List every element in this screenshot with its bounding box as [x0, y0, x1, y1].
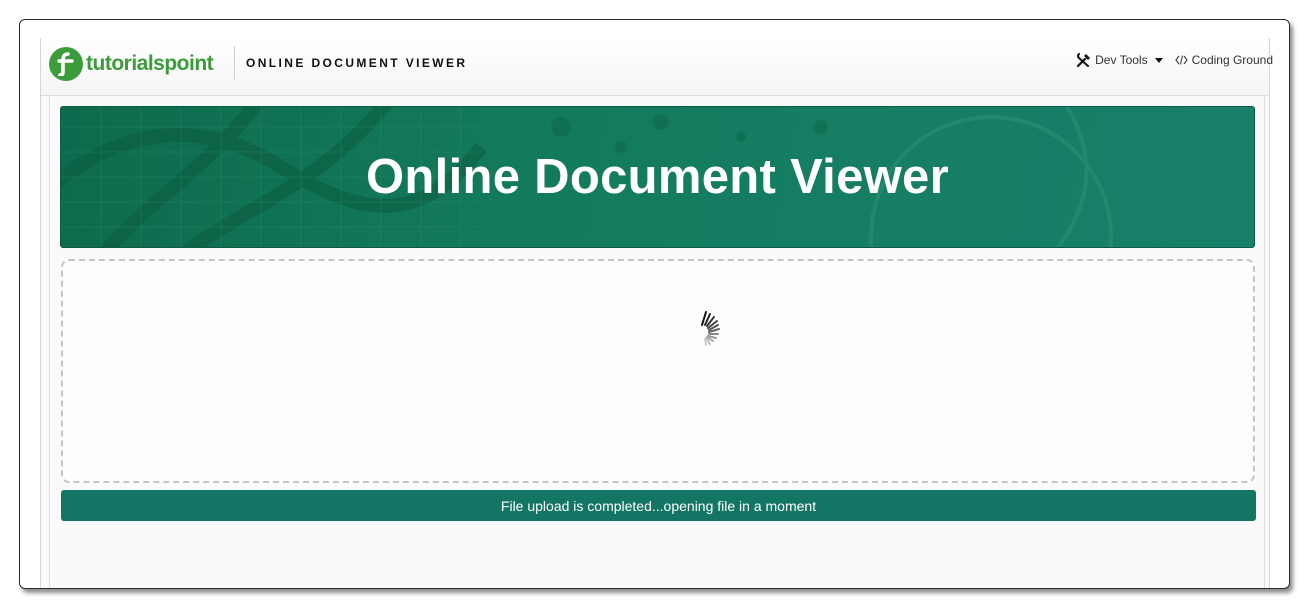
- upload-status-text: File upload is completed...opening file …: [500, 497, 817, 514]
- banner-title: Online Document Viewer: [366, 150, 949, 204]
- hero-banner: Online Document Viewer: [60, 106, 1255, 248]
- code-icon: [1174, 55, 1188, 65]
- top-nav: Dev Tools Coding Ground: [1064, 53, 1273, 67]
- page: tutorialspoint ONLINE DOCUMENT VIEWER De…: [40, 38, 1273, 588]
- logo-text: tutorialspoint: [86, 49, 214, 79]
- tools-icon: [1077, 53, 1091, 67]
- coding-ground-label: Coding Ground: [1191, 53, 1273, 67]
- content-border-right: [1264, 96, 1265, 588]
- page-title: ONLINE DOCUMENT VIEWER: [246, 56, 468, 70]
- dev-tools-menu[interactable]: Dev Tools: [1076, 53, 1163, 67]
- coding-ground-link[interactable]: Coding Ground: [1174, 53, 1273, 67]
- upload-status-bar: File upload is completed...opening file …: [61, 490, 1256, 521]
- logo-text-tutorials: tutorials: [86, 52, 165, 75]
- logo-badge-icon: [49, 47, 83, 81]
- logo-text-point: point: [164, 52, 214, 75]
- file-drop-area[interactable]: [61, 259, 1255, 483]
- content-border-left: [49, 96, 50, 588]
- dev-tools-label: Dev Tools: [1095, 53, 1148, 67]
- loading-spinner-icon: [701, 311, 720, 346]
- chevron-down-icon: [1154, 57, 1163, 63]
- browser-window: tutorialspoint ONLINE DOCUMENT VIEWER De…: [19, 19, 1290, 589]
- tutorialspoint-logo[interactable]: tutorialspoint: [49, 47, 214, 81]
- top-header: tutorialspoint ONLINE DOCUMENT VIEWER De…: [41, 38, 1273, 96]
- header-divider: [234, 46, 235, 80]
